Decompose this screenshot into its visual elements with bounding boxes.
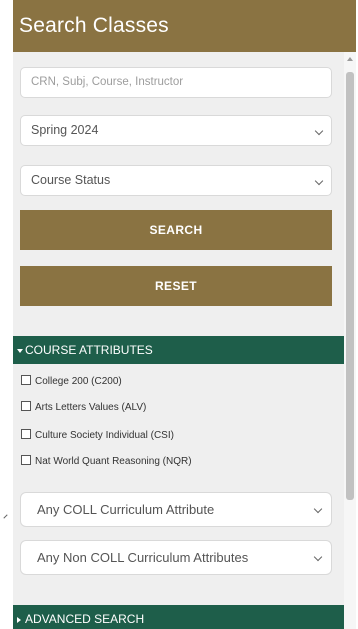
triangle-right-icon	[17, 616, 21, 623]
term-select[interactable]: Spring 2024	[20, 115, 332, 146]
scrollbar-thumb[interactable]	[346, 72, 354, 500]
checkbox[interactable]	[21, 429, 31, 440]
non-coll-attribute-select[interactable]: Any Non COLL Curriculum Attributes	[20, 540, 332, 575]
coll-attribute-value: Any COLL Curriculum Attribute	[37, 502, 215, 517]
search-button[interactable]: SEARCH	[20, 210, 332, 250]
scrollbar[interactable]	[344, 52, 356, 629]
attribute-checkbox-row[interactable]: Nat World Quant Reasoning (NQR)	[21, 454, 192, 470]
attribute-label: Culture Society Individual (CSI)	[35, 430, 174, 441]
search-classes-panel: Search Classes CRN, Subj, Course, Instru…	[13, 0, 356, 629]
checkbox[interactable]	[21, 401, 31, 412]
scroll-area[interactable]: CRN, Subj, Course, Instructor Spring 202…	[13, 52, 356, 629]
attribute-checkbox-row[interactable]: Arts Letters Values (ALV)	[21, 400, 146, 416]
search-input-placeholder: CRN, Subj, Course, Instructor	[31, 76, 184, 88]
chevron-down-icon	[313, 504, 323, 514]
attribute-label: College 200 (C200)	[35, 376, 122, 387]
non-coll-attribute-value: Any Non COLL Curriculum Attributes	[37, 550, 249, 565]
reset-button[interactable]: RESET	[20, 266, 332, 306]
checkbox[interactable]	[21, 375, 31, 386]
panel-title: Search Classes	[13, 0, 356, 52]
course-status-select[interactable]: Course Status	[20, 165, 332, 196]
chevron-down-icon	[314, 126, 324, 136]
term-select-value: Spring 2024	[31, 123, 99, 137]
coll-attribute-select[interactable]: Any COLL Curriculum Attribute	[20, 492, 332, 527]
scroll-up-arrow-icon[interactable]	[347, 57, 353, 61]
attribute-checkbox-row[interactable]: Culture Society Individual (CSI)	[21, 428, 174, 444]
attribute-checkbox-row[interactable]: College 200 (C200)	[21, 374, 122, 390]
attribute-label: Arts Letters Values (ALV)	[35, 402, 147, 413]
course-attributes-header[interactable]: COURSE ATTRIBUTES	[13, 336, 344, 364]
page-edge-mark	[3, 514, 8, 519]
chevron-down-icon	[314, 176, 324, 186]
attribute-label: Nat World Quant Reasoning (NQR)	[35, 456, 192, 467]
advanced-search-label: ADVANCED SEARCH	[25, 612, 145, 626]
triangle-down-icon	[17, 348, 23, 353]
course-attributes-label: COURSE ATTRIBUTES	[25, 343, 153, 357]
chevron-down-icon	[313, 552, 323, 562]
search-input[interactable]: CRN, Subj, Course, Instructor	[20, 67, 332, 98]
course-status-value: Course Status	[31, 173, 111, 187]
advanced-search-header[interactable]: ADVANCED SEARCH	[13, 605, 344, 629]
checkbox[interactable]	[21, 455, 31, 466]
